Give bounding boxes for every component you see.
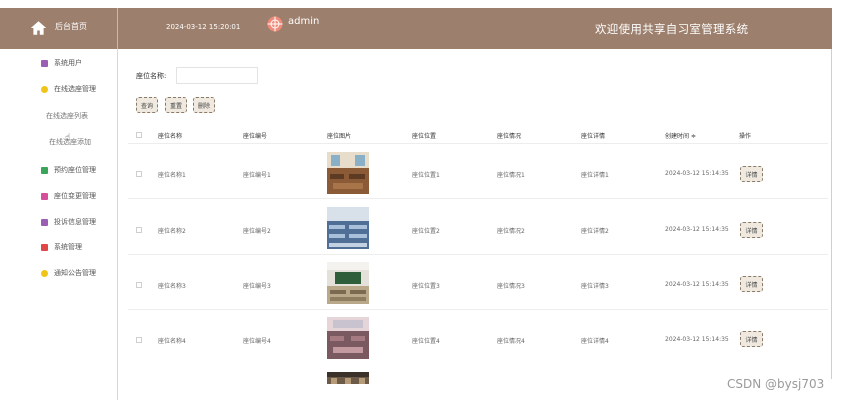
row-checkbox[interactable]	[136, 337, 142, 343]
column-header: 座位名称	[158, 133, 183, 140]
sidebar-subitem-seat-list[interactable]: 在线选座列表	[46, 111, 88, 121]
sidebar-item-label: 系统管理	[54, 243, 82, 251]
sidebar-item-notices[interactable]: 通知公告管理	[41, 268, 96, 278]
sidebar-item-users[interactable]: 系统用户	[41, 58, 82, 68]
seat-detail-cell: 座位详情3	[581, 283, 609, 290]
search-button[interactable]: 查询	[136, 97, 159, 113]
user-name[interactable]: admin	[288, 16, 319, 27]
seat-photo[interactable]	[327, 372, 369, 384]
complaint-icon	[41, 218, 48, 226]
created-time-cell: 2024-03-12 15:14:35	[665, 281, 729, 288]
calendar-icon	[41, 166, 48, 174]
column-header: 座位详情	[581, 133, 606, 140]
row-checkbox[interactable]	[136, 282, 142, 288]
delete-button[interactable]: 删除	[193, 97, 216, 113]
sidebar-item-label: 预约座位管理	[54, 166, 96, 174]
seat-code-cell: 座位编号2	[243, 228, 271, 235]
seat-code-cell: 座位编号3	[243, 283, 271, 290]
column-header-sortable[interactable]: 创建时间 ≑	[665, 131, 696, 140]
created-time-cell: 2024-03-12 15:14:35	[665, 170, 729, 177]
seat-name-cell: 座位名称4	[158, 338, 186, 345]
seat-photo[interactable]	[327, 152, 369, 194]
created-time-cell: 2024-03-12 15:14:35	[665, 336, 729, 343]
row-divider	[128, 309, 828, 310]
seat-status-cell: 座位情况3	[497, 283, 525, 290]
seat-detail-cell: 座位详情4	[581, 338, 609, 345]
seat-detail-cell: 座位详情2	[581, 228, 609, 235]
seat-position-cell: 座位位置2	[412, 228, 440, 235]
row-divider	[128, 254, 828, 255]
system-title: 欢迎使用共享自习室管理系统	[595, 22, 749, 36]
column-header: 座位情况	[497, 133, 522, 140]
home-icon	[30, 21, 47, 35]
column-header: 座位图片	[327, 133, 352, 140]
top-bar: 后台首页 2024-03-12 15:20:01 admin 欢迎使用共享自习室…	[0, 8, 832, 49]
seat-name-cell: 座位名称3	[158, 283, 186, 290]
sidebar-item-label: 在线选座管理	[54, 85, 96, 93]
detail-button[interactable]: 详情	[740, 331, 763, 347]
column-header: 操作	[739, 133, 752, 140]
sidebar-item-seat-selection[interactable]: 在线选座管理	[41, 84, 96, 94]
mouse-cursor-icon: ☝	[65, 133, 71, 143]
row-divider	[128, 198, 828, 199]
seat-photo[interactable]	[327, 262, 369, 304]
home-link[interactable]: 后台首页	[0, 8, 118, 49]
seat-status-cell: 座位情况1	[497, 172, 525, 179]
seat-position-cell: 座位位置3	[412, 283, 440, 290]
created-time-cell: 2024-03-12 15:14:35	[665, 226, 729, 233]
content-border	[831, 49, 832, 379]
notice-icon	[41, 269, 48, 277]
seat-code-cell: 座位编号1	[243, 172, 271, 179]
row-checkbox[interactable]	[136, 227, 142, 233]
seat-status-cell: 座位情况2	[497, 228, 525, 235]
column-header: 座位位置	[412, 133, 437, 140]
sidebar-item-reservations[interactable]: 预约座位管理	[41, 165, 96, 175]
avatar[interactable]	[267, 16, 283, 32]
row-checkbox[interactable]	[136, 171, 142, 177]
swap-icon	[41, 192, 48, 200]
select-all-checkbox[interactable]	[136, 132, 142, 138]
sidebar-item-label: 座位变更管理	[54, 192, 96, 200]
seat-position-cell: 座位位置1	[412, 172, 440, 179]
sidebar-item-seat-changes[interactable]: 座位变更管理	[41, 191, 96, 201]
detail-button[interactable]: 详情	[740, 166, 763, 182]
seat-icon	[41, 85, 48, 93]
seat-name-input[interactable]	[176, 67, 258, 84]
row-divider	[128, 143, 828, 144]
detail-button[interactable]: 详情	[740, 276, 763, 292]
home-label: 后台首页	[55, 22, 87, 31]
seat-name-label: 座位名称:	[136, 72, 167, 80]
current-datetime: 2024-03-12 15:20:01	[166, 23, 241, 31]
sidebar-item-label: 系统用户	[54, 59, 82, 67]
seat-status-cell: 座位情况4	[497, 338, 525, 345]
seat-detail-cell: 座位详情1	[581, 172, 609, 179]
watermark: CSDN @bysj703	[727, 377, 825, 391]
sidebar-item-complaints[interactable]: 投诉信息管理	[41, 217, 96, 227]
column-header: 座位编号	[243, 133, 268, 140]
grid-icon	[41, 243, 48, 251]
seat-code-cell: 座位编号4	[243, 338, 271, 345]
detail-button[interactable]: 详情	[740, 222, 763, 238]
sidebar-item-system[interactable]: 系统管理	[41, 242, 82, 252]
seat-photo[interactable]	[327, 317, 369, 359]
reset-button[interactable]: 重置	[165, 97, 188, 113]
sidebar: 系统用户 在线选座管理 在线选座列表 在线选座添加 ☝ 预约座位管理 座位变更管…	[0, 49, 118, 400]
user-icon	[41, 59, 48, 67]
seat-position-cell: 座位位置4	[412, 338, 440, 345]
sidebar-item-label: 投诉信息管理	[54, 218, 96, 226]
seat-name-cell: 座位名称2	[158, 228, 186, 235]
sidebar-item-label: 通知公告管理	[54, 269, 96, 277]
seat-photo[interactable]	[327, 207, 369, 249]
seat-name-cell: 座位名称1	[158, 172, 186, 179]
